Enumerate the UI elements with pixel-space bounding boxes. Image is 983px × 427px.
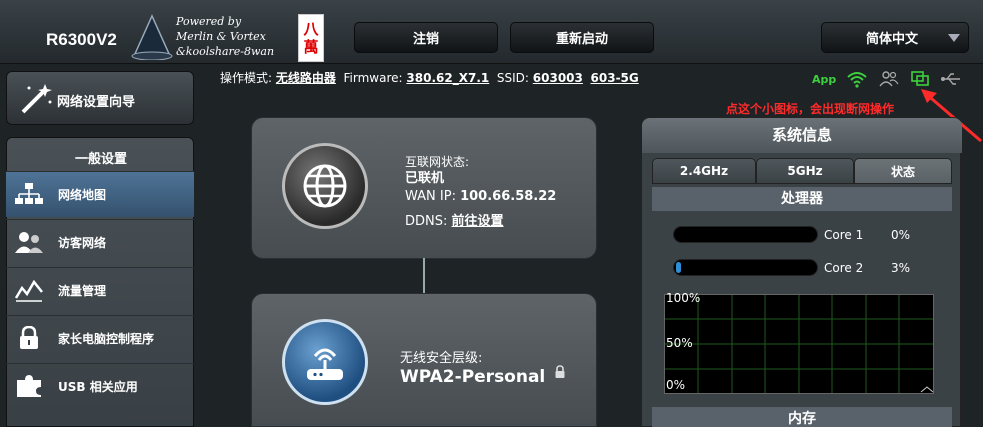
wireless-status-card[interactable]: 无线安全层级: WPA2-Personal	[251, 293, 597, 427]
logout-button[interactable]: 注销	[354, 22, 498, 53]
ssid-24g-link[interactable]: 603003	[533, 71, 583, 85]
firmware-link[interactable]: 380.62_X7.1	[406, 71, 489, 85]
globe-icon	[282, 143, 368, 229]
firmware-label: Firmware:	[343, 71, 403, 85]
ddns-label: DDNS:	[405, 214, 448, 229]
wan-ip-row: WAN IP: 100.66.58.22	[405, 189, 556, 204]
language-value: 简体中文	[866, 32, 919, 47]
mode-label: 操作模式:	[220, 71, 273, 85]
internet-status-card[interactable]: 互联网状态: 已联机 WAN IP: 100.66.58.22 DDNS: 前往…	[251, 117, 597, 259]
sidebar-item-traffic[interactable]: 流量管理	[6, 267, 194, 313]
graph-label-50: 50%	[666, 336, 693, 350]
cpu-core1-bar	[673, 226, 818, 243]
wan-ip-value: 100.66.58.22	[460, 189, 557, 204]
internet-status-value: 已联机	[405, 171, 445, 186]
magic-wand-icon	[21, 84, 52, 114]
lock-icon	[555, 365, 565, 378]
wireless-security-label: 无线安全层级:	[400, 351, 483, 366]
usb-puzzle-icon	[17, 375, 41, 397]
tab-2-4ghz[interactable]: 2.4GHz	[652, 158, 756, 184]
wizard-hat-icon	[131, 14, 173, 60]
tab-status[interactable]: 状态	[854, 158, 952, 184]
network-map-icon	[15, 183, 43, 204]
sidebar-item-label: 网络地图	[58, 188, 107, 202]
parental-lock-icon	[20, 326, 38, 349]
top-header: R6300V2 Powered by Merlin & Vortex &kool…	[0, 0, 983, 64]
router-model: R6300V2	[46, 30, 117, 49]
sidebar-item-network-map[interactable]: 网络地图	[6, 171, 194, 217]
connector-line	[423, 258, 425, 294]
clients-icon[interactable]	[878, 70, 900, 88]
sidebar-item-label: 访客网络	[58, 236, 107, 250]
chevron-down-icon	[948, 34, 960, 42]
ssid-label: SSID:	[496, 71, 529, 85]
wifi-icon[interactable]	[846, 70, 868, 88]
cpu-core2-bar	[673, 259, 818, 276]
setup-wizard-button[interactable]: 网络设置向导	[6, 71, 194, 125]
cpu-core2-percent: 3%	[891, 261, 911, 275]
system-info-title: 系统信息	[642, 118, 962, 153]
graph-label-100: 100%	[666, 291, 701, 305]
annotation-text: 点这个小图标，会出现断网操作	[726, 102, 895, 116]
wan-ip-label: WAN IP:	[405, 189, 456, 204]
ddns-row: DDNS: 前往设置	[405, 210, 504, 229]
mode-link[interactable]: 无线路由器	[276, 71, 336, 85]
router-icon	[282, 319, 368, 405]
reboot-button[interactable]: 重新启动	[510, 22, 654, 53]
system-info-panel: 系统信息 2.4GHz 5GHz 状态 处理器 Core 1 0% Core 2…	[641, 117, 962, 427]
ddns-settings-link[interactable]: 前往设置	[452, 214, 504, 229]
memory-title: 内存	[652, 407, 952, 427]
cpu-core2-name: Core 2	[824, 261, 864, 275]
tab-5ghz[interactable]: 5GHz	[756, 158, 854, 184]
general-settings-title: 一般设置	[74, 152, 127, 167]
sidebar-item-guest-network[interactable]: 访客网络	[6, 219, 194, 265]
sidebar-item-label: 家长电脑控制程序	[58, 332, 155, 346]
wizard-label: 网络设置向导	[57, 95, 136, 110]
guest-network-icon	[15, 232, 43, 253]
cpu-core1-percent: 0%	[891, 228, 911, 242]
sidebar-item-usb[interactable]: USB 相关应用	[6, 363, 194, 409]
traffic-icon	[14, 279, 43, 302]
ssid-5g-link[interactable]: 603-5G	[591, 71, 639, 85]
logo-caption: Powered by Merlin & Vortex &koolshare-8w…	[176, 15, 275, 58]
cpu-core2-fill	[676, 262, 681, 273]
cpu-core1-name: Core 1	[824, 228, 864, 242]
cpu-usage-graph	[664, 294, 934, 394]
sidebar-item-label: 流量管理	[58, 284, 107, 298]
sidebar-item-label: USB 相关应用	[58, 380, 138, 394]
firmware-logo: Powered by Merlin & Vortex &koolshare-8w…	[128, 10, 298, 62]
wireless-security-value: WPA2-Personal	[400, 367, 546, 387]
language-select[interactable]: 简体中文	[821, 22, 969, 53]
status-line: 操作模式: 无线路由器 Firmware: 380.62_X7.1 SSID: …	[220, 69, 639, 86]
cpu-graph-grid	[665, 295, 934, 393]
cpu-title: 处理器	[652, 187, 952, 211]
app-icon[interactable]: App	[812, 73, 836, 86]
sidebar-item-parental-control[interactable]: 家长电脑控制程序	[6, 315, 194, 361]
graph-label-0: 0%	[666, 378, 686, 392]
koolshare-badge: 八 萬	[298, 14, 324, 62]
